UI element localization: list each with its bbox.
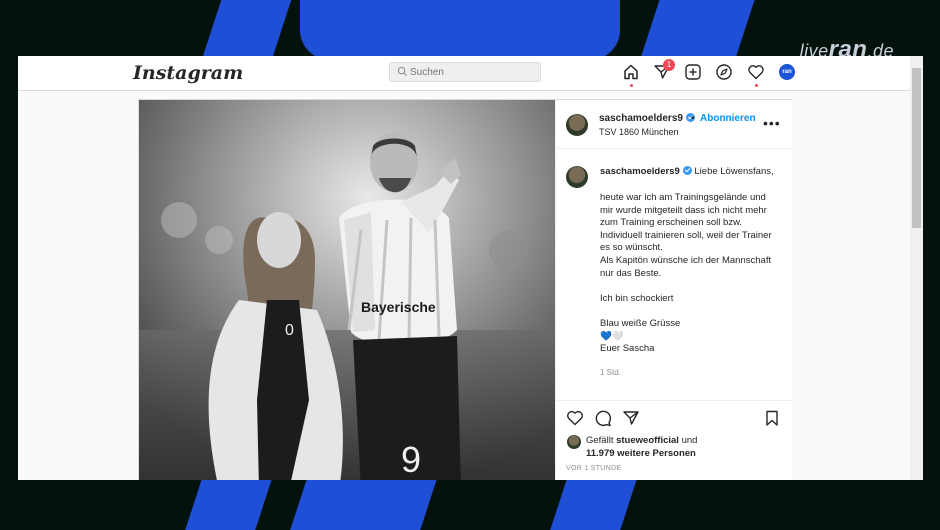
post-card: 0 Bayerische 9 saschamoelders9 • Abonnie… (138, 99, 792, 480)
bg-graphic (300, 0, 620, 60)
author-avatar[interactable] (566, 114, 588, 136)
likes-summary: Gefällt stueweofficial und 11.979 weiter… (586, 434, 697, 460)
caption-line: zum Training erscheinen soll bzw. (600, 217, 743, 229)
caption-line: Ich bin schockiert (600, 292, 674, 304)
profile-avatar[interactable]: ran (779, 64, 795, 80)
share-icon[interactable] (622, 409, 640, 427)
caption-line: mir wurde mitgeteilt dass ich nicht mehr (600, 204, 767, 216)
direct-icon[interactable]: 1 (653, 59, 675, 81)
explore-icon[interactable] (715, 63, 733, 81)
photo-illustration: 0 Bayerische 9 (139, 100, 555, 480)
caption-author[interactable]: saschamoelders9 (600, 166, 680, 177)
likes-joiner: und (681, 435, 698, 446)
notification-badge: 1 (663, 59, 675, 71)
caption-first-line: saschamoelders9 Liebe Löwensfans, (600, 166, 774, 179)
caption-line: nur das Beste. (600, 267, 662, 279)
author-username[interactable]: saschamoelders9 (599, 113, 695, 124)
liker-username[interactable]: stueweofficial (616, 435, 679, 446)
caption-line: es so wünscht. (600, 242, 663, 254)
caption-hearts: 💙🤍 (600, 330, 624, 342)
search-icon (397, 66, 408, 77)
comment-icon[interactable] (594, 409, 612, 427)
likes-others[interactable]: 11.979 weitere Personen (586, 448, 696, 459)
scrollbar-thumb[interactable] (912, 68, 921, 228)
caption-line: heute war ich am Trainingsgelände und (600, 192, 766, 203)
liker-avatar[interactable] (567, 435, 581, 449)
photo-shirt-number: 0 (285, 322, 294, 339)
home-icon[interactable] (622, 63, 640, 81)
follow-button[interactable]: Abonnieren (700, 113, 756, 124)
search-input[interactable] (410, 63, 535, 81)
page-scrollbar[interactable] (910, 56, 923, 480)
separator-dot: • (691, 113, 695, 124)
post-header: saschamoelders9 • Abonnieren TSV 1860 Mü… (556, 100, 792, 149)
caption-greeting: Liebe Löwensfans, (694, 166, 774, 177)
author-username-text[interactable]: saschamoelders9 (599, 113, 683, 124)
photo-jersey-number: 9 (401, 439, 421, 480)
post-side-panel: saschamoelders9 • Abonnieren TSV 1860 Mü… (555, 100, 792, 480)
caption-body: heute war ich am Trainingsgelände und mi… (600, 192, 790, 356)
likes-prefix: Gefällt (586, 435, 614, 446)
home-indicator (630, 84, 633, 87)
browser-window: Instagram 1 ran (18, 56, 923, 480)
post-location[interactable]: TSV 1860 München (599, 127, 679, 137)
caption-line: Individuell trainieren soll, weil der Tr… (600, 229, 772, 241)
caption-line: Blau weiße Grüsse (600, 317, 681, 329)
caption-line: Euer Sascha (600, 343, 655, 355)
more-options-icon[interactable]: ••• (763, 115, 781, 131)
caption-timestamp[interactable]: 1 Std. (600, 368, 621, 377)
activity-indicator (755, 84, 758, 87)
new-post-icon[interactable] (684, 63, 702, 81)
search-box[interactable] (389, 62, 541, 82)
caption-line: Als Kapitön wünsche ich der Mannschaft (600, 254, 772, 266)
save-bookmark-icon[interactable] (763, 409, 781, 427)
post-actions (556, 400, 792, 431)
activity-heart-icon[interactable] (747, 63, 765, 81)
instagram-logo[interactable]: Instagram (133, 62, 243, 84)
like-heart-icon[interactable] (566, 409, 584, 427)
post-photo[interactable]: 0 Bayerische 9 (139, 100, 555, 480)
post-age: VOR 1 STUNDE (566, 465, 622, 472)
instagram-topbar: Instagram 1 ran (18, 56, 910, 91)
caption-author-avatar[interactable] (566, 166, 588, 188)
verified-icon (682, 166, 692, 175)
photo-sponsor: Bayerische (361, 299, 436, 315)
